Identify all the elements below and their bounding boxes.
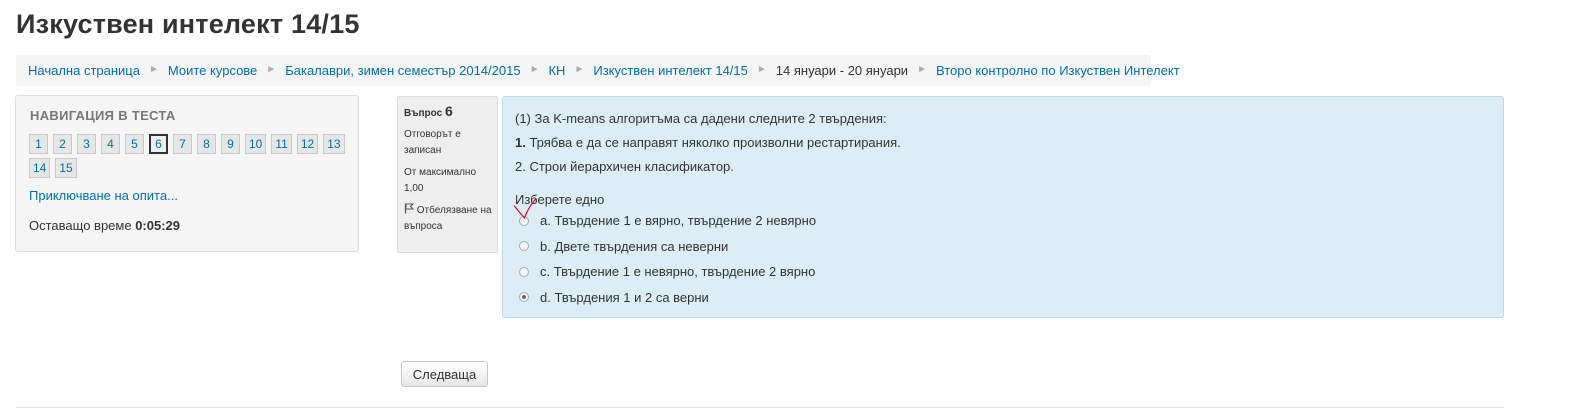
question-nav-button-14[interactable]: 14 (29, 158, 51, 178)
question-nav-button-12[interactable]: 12 (296, 134, 319, 154)
question-statement-2: 2. Строи йерархичен класификатор. (515, 159, 734, 174)
breadcrumb-separator-icon: ► (574, 64, 585, 75)
question-nav-button-7[interactable]: 7 (173, 134, 192, 154)
question-nav-button-15[interactable]: 15 (55, 158, 77, 178)
answer-options: a. Твърдение 1 е вярно, твърдение 2 невя… (519, 208, 816, 310)
question-number-value: 6 (444, 103, 453, 119)
breadcrumb-course[interactable]: Изкуствен интелект 14/15 (593, 63, 748, 78)
answer-label-d: d. Твърдения 1 и 2 са верни (540, 289, 709, 305)
question-nav-button-13[interactable]: 13 (323, 134, 345, 154)
question-info-panel: Въпрос 6 Отговорът е записан От максимал… (397, 96, 498, 253)
answer-option-c[interactable]: c. Твърдение 1 е невярно, твърдение 2 вя… (519, 259, 816, 285)
radio-button-c[interactable] (519, 266, 529, 277)
question-max-grade: От максимално 1,00 (404, 167, 477, 194)
answer-option-a[interactable]: a. Твърдение 1 е вярно, твърдение 2 невя… (519, 208, 816, 234)
question-nav-button-4[interactable]: 4 (101, 134, 120, 154)
question-statement-1: 1. Трябва е да се направят няколко произ… (515, 131, 901, 155)
question-nav-button-10[interactable]: 10 (245, 134, 267, 154)
time-remaining-value: 0:05:29 (135, 218, 181, 233)
breadcrumb-separator-icon: ► (148, 64, 159, 75)
breadcrumb-separator-icon: ► (529, 64, 540, 75)
radio-button-b[interactable] (519, 241, 529, 252)
breadcrumb-quiz[interactable]: Второ контролно по Изкуствен Интелект (936, 63, 1180, 78)
question-nav-button-5[interactable]: 5 (125, 134, 144, 154)
next-page-button[interactable]: Следваща (401, 361, 488, 387)
breadcrumb-separator-icon: ► (756, 64, 767, 75)
question-text-line: (1) За K-means алгоритъма са дадени след… (515, 111, 887, 126)
breadcrumb-separator-icon: ► (917, 64, 927, 75)
answer-label-a: a. Твърдение 1 е вярно, твърдение 2 невя… (540, 213, 817, 229)
breadcrumb-category[interactable]: Бакалаври, зимен семестър 2014/2015 (285, 63, 520, 78)
bottom-divider (16, 407, 1504, 408)
breadcrumb-my-courses[interactable]: Моите курсове (168, 63, 257, 78)
answer-option-d[interactable]: d. Твърдения 1 и 2 са верни (519, 285, 816, 311)
quiz-navigation-block: НАВИГАЦИЯ В ТЕСТА 1 2 3 4 5 6 7 8 9 10 1… (15, 95, 359, 252)
question-nav-button-1[interactable]: 1 (29, 134, 48, 154)
question-nav-button-6-current[interactable]: 6 (149, 134, 168, 154)
finish-attempt-link[interactable]: Приключване на опита... (29, 188, 178, 203)
question-nav-button-2[interactable]: 2 (53, 134, 72, 154)
answer-label-b: b. Двете твърдения са неверни (540, 238, 729, 254)
breadcrumb-separator-icon: ► (266, 64, 277, 75)
question-nav-button-3[interactable]: 3 (77, 134, 96, 154)
question-nav-button-8[interactable]: 8 (197, 134, 216, 154)
question-content: (1) За K-means алгоритъма са дадени след… (502, 96, 1504, 318)
quiz-navigation-heading: НАВИГАЦИЯ В ТЕСТА (30, 108, 176, 123)
page-title: Изкуствен интелект 14/15 (16, 9, 360, 39)
handwritten-check-mark-icon (513, 198, 537, 220)
statement-1-number: 1. (515, 135, 526, 150)
question-text: (1) За K-means алгоритъма са дадени след… (515, 107, 901, 179)
breadcrumb-home[interactable]: Начална страница (28, 63, 140, 78)
breadcrumb-section: 14 януари - 20 януари (775, 63, 909, 78)
answer-option-b[interactable]: b. Двете твърдения са неверни (519, 234, 816, 260)
statement-1-text: Трябва е да се направят няколко произвол… (525, 135, 901, 150)
breadcrumb: Начална страница ► Моите курсове ► Бакал… (16, 55, 1180, 86)
answer-label-c: c. Твърдение 1 е невярно, твърдение 2 вя… (540, 264, 816, 280)
radio-button-d-selected[interactable] (519, 292, 529, 303)
question-number-grid: 1 2 3 4 5 6 7 8 9 10 11 12 13 14 15 (29, 134, 359, 182)
time-remaining: Оставащо време 0:05:29 (29, 218, 180, 233)
flag-question-label: Отбелязване на въпроса (404, 205, 492, 232)
question-nav-button-11[interactable]: 11 (271, 134, 292, 154)
question-state: Отговорът е записан (404, 129, 461, 156)
time-remaining-label: Оставащо време (29, 218, 132, 233)
breadcrumb-subcategory[interactable]: КН (548, 63, 565, 78)
question-number-label: Въпрос (404, 108, 443, 119)
question-nav-button-9[interactable]: 9 (221, 134, 240, 154)
flag-icon (404, 203, 414, 214)
flag-question-toggle[interactable]: Отбелязване на въпроса (404, 203, 497, 235)
question-number: Въпрос 6 (404, 103, 497, 119)
